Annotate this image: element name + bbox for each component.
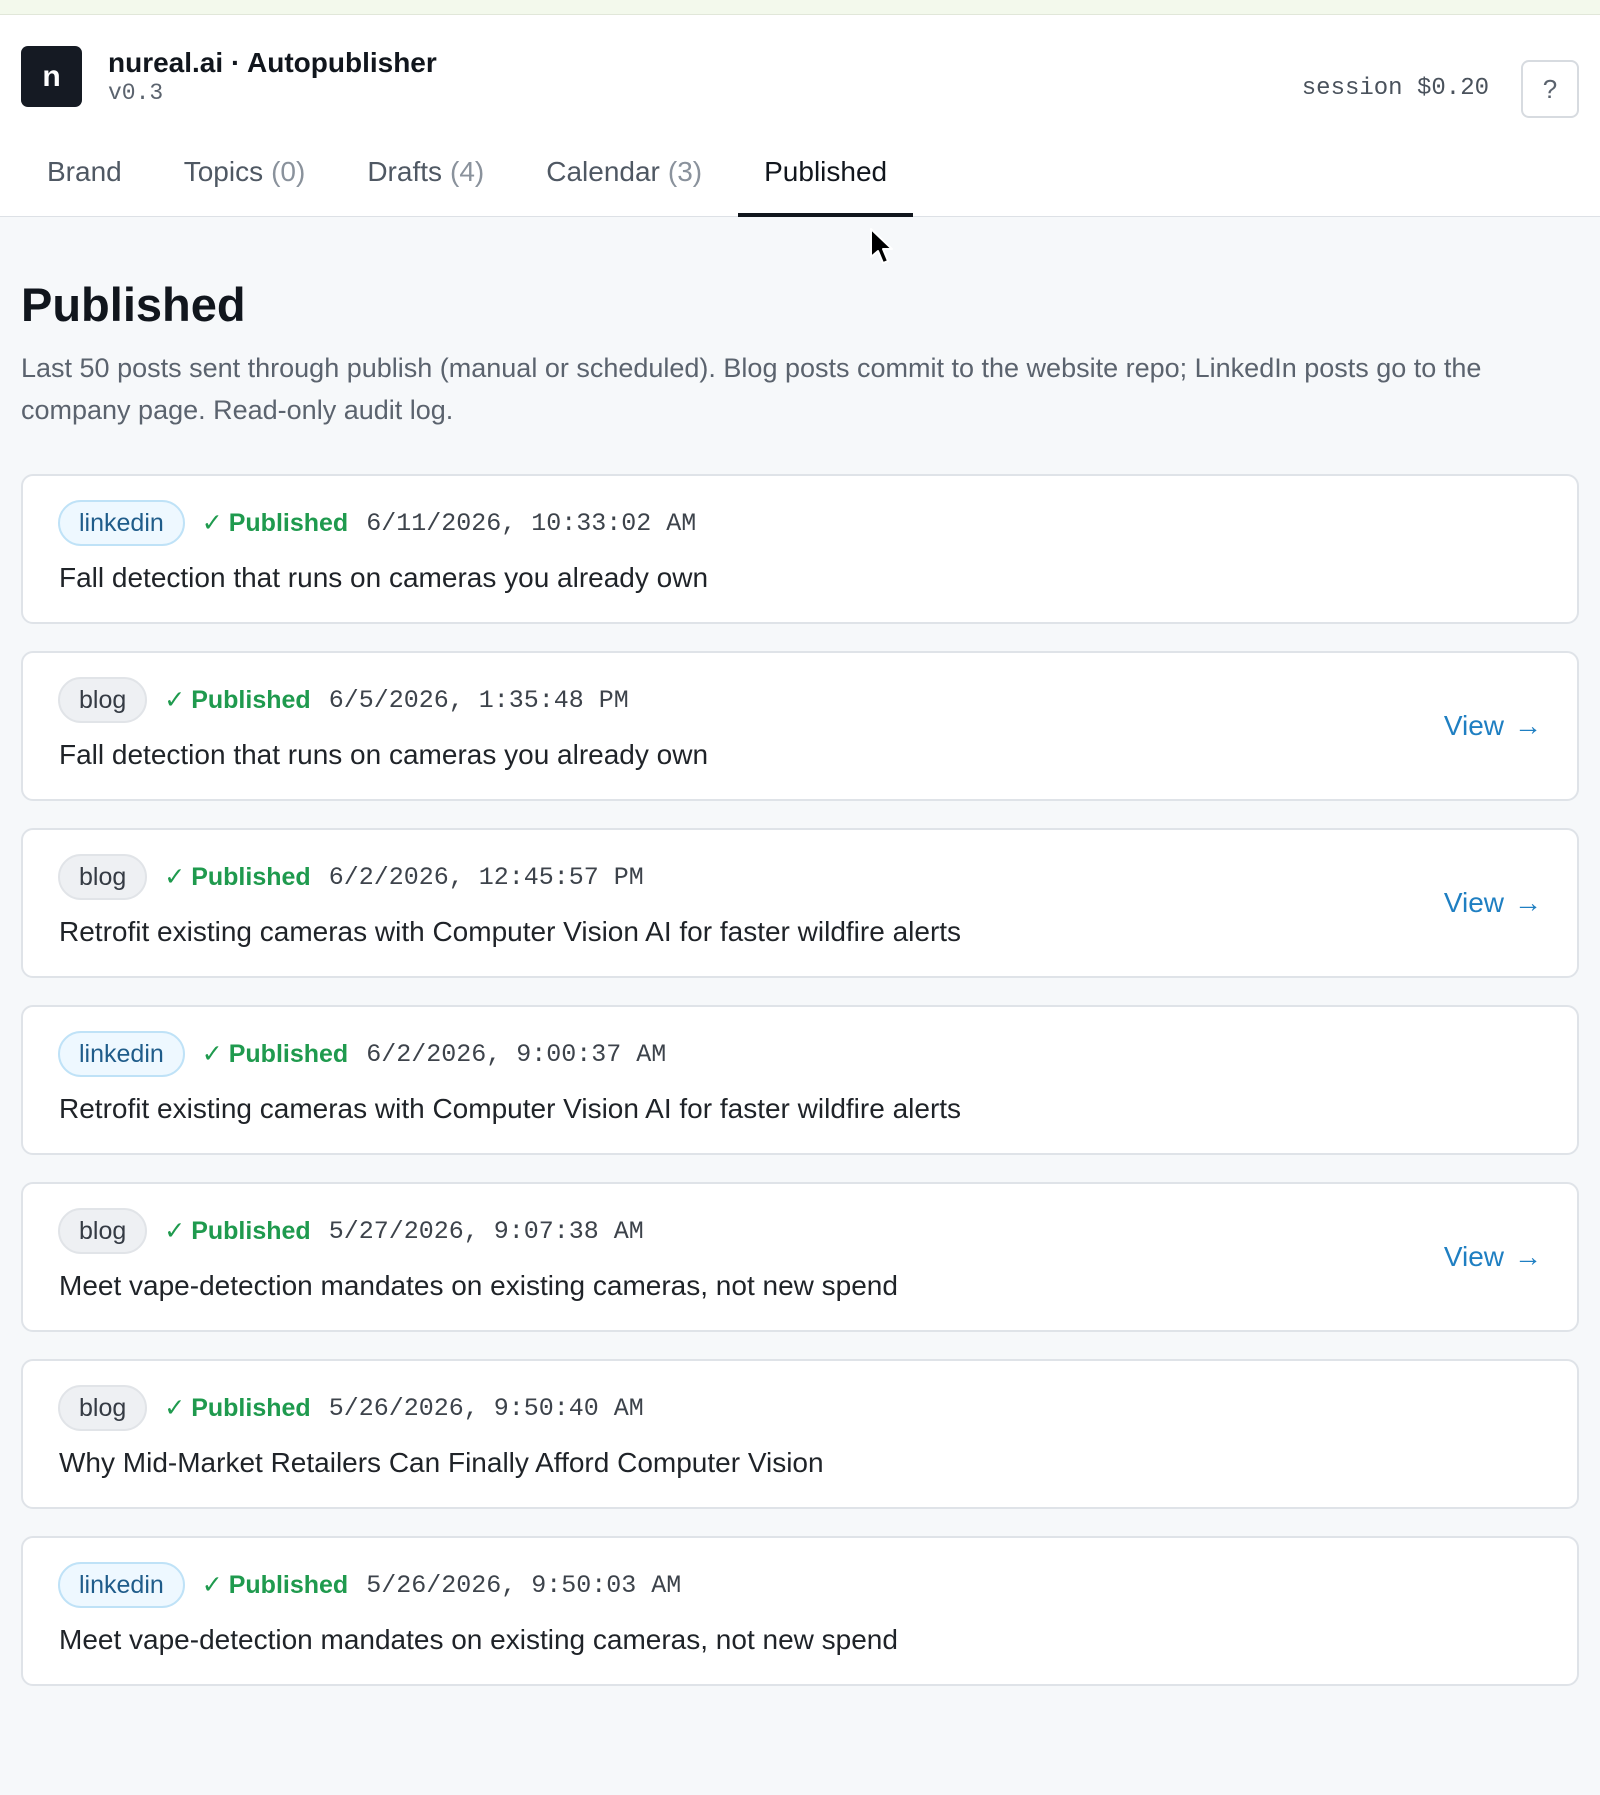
post-meta: blog ✓ Published 5/26/2026, 9:50:40 AM: [58, 1385, 644, 1431]
view-label: View: [1443, 887, 1504, 918]
status-text: Published: [228, 1039, 349, 1068]
check-icon: ✓: [164, 1217, 186, 1245]
app-header: n nureal.ai · Autopublisher v0.3 session…: [0, 15, 1600, 217]
brand-text: nureal.ai · Autopublisher v0.3: [108, 46, 437, 107]
arrow-right-icon: →: [1514, 887, 1542, 918]
status-text: Published: [191, 1393, 311, 1422]
post-timestamp: 6/11/2026, 10:33:02 AM: [366, 508, 697, 538]
tab-count: (4): [450, 156, 485, 187]
status-text: Published: [191, 1216, 311, 1245]
check-icon: ✓: [201, 509, 223, 537]
post-timestamp: 6/5/2026, 1:35:48 PM: [328, 685, 629, 715]
main-content: Published Last 50 posts sent through pub…: [0, 277, 1600, 1686]
check-icon: ✓: [201, 1040, 223, 1068]
page-title: Published: [21, 278, 246, 331]
view-label: View: [1443, 710, 1504, 741]
channel-badge: blog: [58, 1385, 148, 1431]
tab-count: (0): [271, 156, 306, 187]
tab-brand[interactable]: Brand: [21, 127, 148, 217]
app-version: v0.3: [108, 80, 164, 106]
check-icon: ✓: [164, 686, 186, 714]
app-title: nureal.ai · Autopublisher: [108, 47, 437, 78]
view-link[interactable]: View →: [1444, 1241, 1542, 1273]
post-meta: linkedin ✓ Published 6/2/2026, 9:00:37 A…: [58, 1031, 666, 1077]
tab-label: Brand: [47, 156, 122, 187]
status-badge: ✓ Published: [202, 1570, 348, 1600]
tab-topics[interactable]: Topics (0): [158, 127, 332, 217]
post-title: Meet vape-detection mandates on existing…: [59, 1270, 898, 1301]
post-timestamp: 5/27/2026, 9:07:38 AM: [328, 1216, 644, 1246]
check-icon: ✓: [164, 863, 186, 891]
top-strip: [0, 0, 1600, 15]
mouse-cursor-icon: [870, 228, 893, 264]
channel-badge: linkedin: [58, 1031, 185, 1077]
post-card: linkedin ✓ Published 6/11/2026, 10:33:02…: [21, 474, 1579, 624]
view-link[interactable]: View →: [1444, 887, 1542, 919]
post-card: blog ✓ Published 6/5/2026, 1:35:48 PM Fa…: [21, 651, 1579, 801]
post-title: Fall detection that runs on cameras you …: [59, 739, 709, 770]
post-card: linkedin ✓ Published 5/26/2026, 9:50:03 …: [21, 1536, 1579, 1686]
channel-badge: linkedin: [58, 1562, 185, 1608]
post-meta: linkedin ✓ Published 6/11/2026, 10:33:02…: [58, 500, 696, 546]
arrow-right-icon: →: [1514, 1241, 1542, 1272]
channel-badge: blog: [58, 854, 148, 900]
session-cost: session $0.20: [1301, 75, 1489, 102]
status-badge: ✓ Published: [164, 1393, 310, 1423]
channel-badge: blog: [58, 677, 148, 723]
view-label: View: [1443, 1241, 1504, 1272]
arrow-right-icon: →: [1514, 710, 1542, 741]
status-badge: ✓ Published: [164, 862, 310, 892]
status-text: Published: [228, 508, 349, 537]
post-timestamp: 5/26/2026, 9:50:40 AM: [328, 1393, 644, 1423]
app-logo: n: [21, 46, 82, 107]
tab-label: Drafts: [367, 156, 443, 187]
post-card: blog ✓ Published 6/2/2026, 12:45:57 PM R…: [21, 828, 1579, 978]
page-description: Last 50 posts sent through publish (manu…: [21, 353, 1482, 425]
status-badge: ✓ Published: [202, 1039, 348, 1069]
status-badge: ✓ Published: [202, 508, 348, 538]
post-title: Fall detection that runs on cameras you …: [59, 562, 709, 593]
post-timestamp: 5/26/2026, 9:50:03 AM: [366, 1570, 682, 1600]
check-icon: ✓: [201, 1571, 223, 1599]
view-link[interactable]: View →: [1444, 710, 1542, 742]
tab-calendar[interactable]: Calendar (3): [520, 127, 728, 217]
tab-drafts[interactable]: Drafts (4): [341, 127, 510, 217]
tab-count: (3): [667, 156, 703, 187]
post-title: Retrofit existing cameras with Computer …: [59, 916, 962, 947]
tab-label: Topics: [183, 156, 264, 187]
post-title: Why Mid-Market Retailers Can Finally Aff…: [59, 1447, 824, 1478]
post-card: linkedin ✓ Published 6/2/2026, 9:00:37 A…: [21, 1005, 1579, 1155]
channel-badge: blog: [58, 1208, 148, 1254]
post-title: Meet vape-detection mandates on existing…: [59, 1624, 898, 1655]
check-icon: ✓: [164, 1394, 186, 1422]
post-timestamp: 6/2/2026, 12:45:57 PM: [328, 862, 644, 892]
status-text: Published: [191, 862, 311, 891]
tab-published[interactable]: Published: [738, 127, 914, 217]
post-timestamp: 6/2/2026, 9:00:37 AM: [366, 1039, 667, 1069]
post-card: blog ✓ Published 5/26/2026, 9:50:40 AM W…: [21, 1359, 1579, 1509]
tab-bar: Brand Topics (0) Drafts (4) Calendar (3)…: [21, 127, 923, 217]
post-title: Retrofit existing cameras with Computer …: [59, 1093, 962, 1124]
post-card: blog ✓ Published 5/27/2026, 9:07:38 AM M…: [21, 1182, 1579, 1332]
status-badge: ✓ Published: [164, 685, 310, 715]
status-text: Published: [228, 1570, 349, 1599]
post-meta: blog ✓ Published 6/2/2026, 12:45:57 PM: [58, 854, 644, 900]
post-meta: blog ✓ Published 5/27/2026, 9:07:38 AM: [58, 1208, 644, 1254]
brand: n nureal.ai · Autopublisher v0.3: [21, 46, 437, 107]
tab-label: Calendar: [546, 156, 660, 187]
help-button[interactable]: ?: [1521, 60, 1579, 118]
post-meta: blog ✓ Published 6/5/2026, 1:35:48 PM: [58, 677, 629, 723]
tab-label: Published: [764, 156, 888, 187]
channel-badge: linkedin: [58, 500, 185, 546]
status-text: Published: [191, 685, 311, 714]
status-badge: ✓ Published: [164, 1216, 310, 1246]
post-meta: linkedin ✓ Published 5/26/2026, 9:50:03 …: [58, 1562, 681, 1608]
